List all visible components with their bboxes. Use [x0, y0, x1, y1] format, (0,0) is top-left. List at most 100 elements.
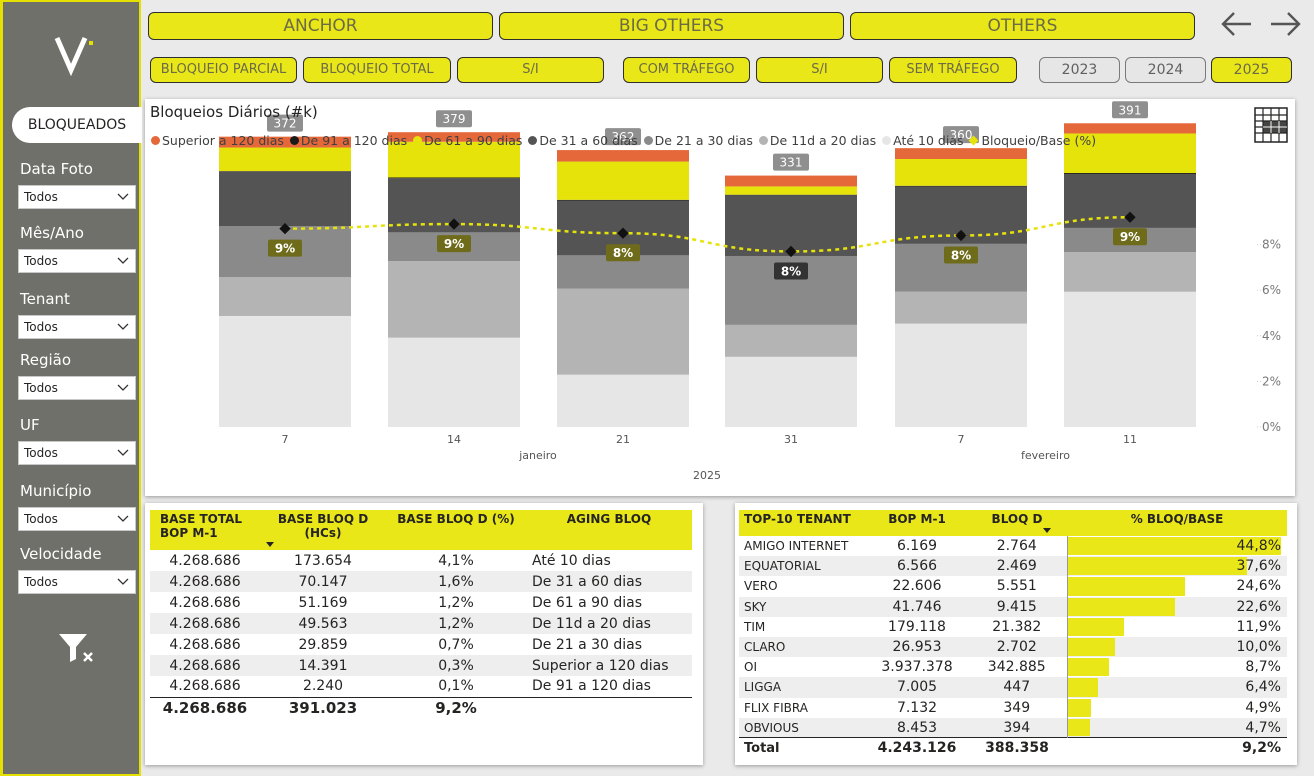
filter-select-data-foto[interactable]: Todos — [18, 185, 136, 209]
table-row[interactable]: 4.268.686 70.147 1,6% De 31 a 60 dias — [150, 571, 692, 592]
base-total-cell: 4.268.686 — [150, 655, 260, 676]
si-bloqueio-button[interactable]: S/I — [457, 57, 604, 83]
bar-segment[interactable] — [725, 194, 857, 196]
filter-select-mes-ano[interactable]: Todos — [18, 249, 136, 273]
bar-segment[interactable] — [219, 277, 351, 316]
com-trafego-button[interactable]: COM TRÁFEGO — [623, 57, 750, 83]
others-button[interactable]: OTHERS — [850, 12, 1195, 40]
table-row[interactable]: 4.268.686 51.169 1,2% De 61 a 90 dias — [150, 592, 692, 613]
bar-segment[interactable] — [219, 315, 351, 427]
table-row[interactable]: EQUATORIAL 6.566 2.469 37,6% — [739, 556, 1287, 577]
table-row[interactable]: TIM 179.118 21.382 11,9% — [739, 616, 1287, 637]
table-row[interactable]: OI 3.937.378 342.885 8,7% — [739, 657, 1287, 678]
bop-cell: 6.566 — [867, 556, 967, 577]
bar-segment[interactable] — [895, 323, 1027, 427]
bar-segment[interactable] — [895, 148, 1027, 159]
bar-segment[interactable] — [1064, 252, 1196, 292]
bar-segment[interactable] — [557, 150, 689, 162]
table-row[interactable]: CLARO 26.953 2.702 10,0% — [739, 636, 1287, 658]
bloq-pct-cell: 0,3% — [386, 655, 526, 676]
table-row[interactable]: LIGGA 7.005 447 6,4% — [739, 677, 1287, 698]
logo-v-icon — [54, 36, 93, 76]
year-2024-button[interactable]: 2024 — [1125, 57, 1206, 83]
filter-label-regiao: Região — [20, 351, 72, 369]
table-row[interactable]: 4.268.686 29.859 0,7% De 21 a 30 dias — [150, 634, 692, 655]
table-view-icon[interactable] — [1254, 107, 1288, 143]
bar-segment[interactable] — [725, 186, 857, 195]
sem-trafego-button[interactable]: SEM TRÁFEGO — [889, 57, 1017, 83]
bloq-cell: 2.702 — [967, 636, 1067, 658]
arrow-left-icon[interactable] — [1220, 10, 1254, 38]
legend-item[interactable]: Bloqueio/Base (%) — [969, 133, 1096, 148]
filter-select-tenant[interactable]: Todos — [18, 315, 136, 339]
legend-item[interactable]: De 31 a 60 dias — [528, 133, 638, 148]
bar-segment[interactable] — [219, 147, 351, 172]
table-row[interactable]: 4.268.686 14.391 0,3% Superior a 120 dias — [150, 655, 692, 676]
bar-segment[interactable] — [725, 175, 857, 187]
bloqueio-parcial-button[interactable]: BLOQUEIO PARCIAL — [150, 57, 297, 83]
col-tenant[interactable]: TOP-10 TENANT — [739, 510, 867, 536]
bar-segment[interactable] — [895, 185, 1027, 187]
bar-segment[interactable] — [388, 261, 520, 338]
bar-segment[interactable] — [895, 159, 1027, 186]
bar-segment[interactable] — [388, 337, 520, 427]
col-base-total[interactable]: BASE TOTAL BOP M-1 — [150, 510, 260, 550]
legend-item[interactable]: Superior a 120 dias — [151, 133, 284, 148]
filter-select-municipio[interactable]: Todos — [18, 507, 136, 531]
big-others-button[interactable]: BIG OTHERS — [499, 12, 844, 40]
legend-item[interactable]: Até 10 dias — [882, 133, 963, 148]
pct-value: 10,0% — [1236, 639, 1281, 656]
year-2025-button[interactable]: 2025 — [1211, 57, 1292, 83]
bloqueio-total-button[interactable]: BLOQUEIO TOTAL — [303, 57, 451, 83]
bar-segment[interactable] — [219, 171, 351, 226]
legend-item[interactable]: De 11d a 20 dias — [758, 133, 876, 148]
arrow-right-icon[interactable] — [1268, 10, 1302, 38]
filter-select-regiao[interactable]: Todos — [18, 376, 136, 400]
bop-cell: 7.132 — [896, 699, 938, 716]
table-row[interactable]: 4.268.686 173.654 4,1% Até 10 dias — [150, 550, 692, 571]
table-row[interactable]: 4.268.686 2.240 0,1% De 91 a 120 dias — [150, 676, 692, 697]
table-row[interactable]: VERO 22.606 5.551 24,6% — [739, 576, 1287, 597]
legend-item[interactable]: De 61 a 90 dias — [413, 133, 522, 148]
col-bloq-d[interactable]: BLOQ D — [967, 510, 1067, 536]
year-2023-button[interactable]: 2023 — [1039, 57, 1120, 83]
bar-segment[interactable] — [725, 324, 857, 357]
x-tick-label: 14 — [447, 433, 461, 446]
bar-segment[interactable] — [557, 288, 689, 375]
si-trafego-button[interactable]: S/I — [756, 57, 883, 83]
header-text: % BLOQ/BASE — [1130, 512, 1224, 526]
table-row[interactable]: OBVIOUS 8.453 394 4,7% — [739, 717, 1287, 738]
filter-select-velocidade[interactable]: Todos — [18, 570, 136, 594]
bar-segment[interactable] — [1064, 173, 1196, 175]
bar-segment[interactable] — [219, 171, 351, 172]
tenant-name-cell: TIM — [744, 619, 766, 634]
table-row[interactable]: AMIGO INTERNET 6.169 2.764 44,8% — [739, 536, 1287, 557]
bop-cell: 41.746 — [867, 596, 967, 617]
bar-segment[interactable] — [388, 177, 520, 179]
bar-segment[interactable] — [557, 161, 689, 200]
table-row[interactable]: 4.268.686 49.563 1,2% De 11d a 20 dias — [150, 613, 692, 634]
bar-segment[interactable] — [725, 356, 857, 427]
col-base-bloq-hcs[interactable]: BASE BLOQ D (HCs) — [260, 510, 386, 550]
col-bop[interactable]: BOP M-1 — [867, 510, 967, 536]
table-row[interactable]: SKY 41.746 9.415 22,6% — [739, 596, 1287, 617]
clear-filter-icon[interactable] — [57, 632, 95, 664]
bar-segment[interactable] — [1064, 291, 1196, 427]
col-aging-bloq[interactable]: AGING BLOQ — [526, 510, 692, 550]
filter-value: Todos — [24, 254, 58, 268]
header-text: BASE BLOQ D (HCs) — [277, 512, 369, 540]
base-total-cell: 4.268.686 — [169, 678, 241, 695]
bar-segment[interactable] — [1064, 123, 1196, 134]
bar-segment[interactable] — [895, 291, 1027, 324]
legend-item[interactable]: De 21 a 30 dias — [643, 133, 753, 148]
table-row[interactable]: FLIX FIBRA 7.132 349 4,9% — [739, 697, 1287, 718]
filter-select-uf[interactable]: Todos — [18, 441, 136, 465]
col-base-bloq-pct[interactable]: BASE BLOQ D (%) — [386, 510, 526, 550]
anchor-button[interactable]: ANCHOR — [148, 12, 493, 40]
bar-segment[interactable] — [557, 374, 689, 427]
legend-item[interactable]: De 91 a 120 dias — [289, 133, 407, 148]
tab-bloqueados[interactable]: BLOQUEADOS — [12, 107, 142, 143]
bar-segment[interactable] — [557, 199, 689, 201]
col-pct-bloq-base[interactable]: % BLOQ/BASE — [1067, 510, 1287, 536]
filter-label-data-foto: Data Foto — [20, 160, 93, 178]
